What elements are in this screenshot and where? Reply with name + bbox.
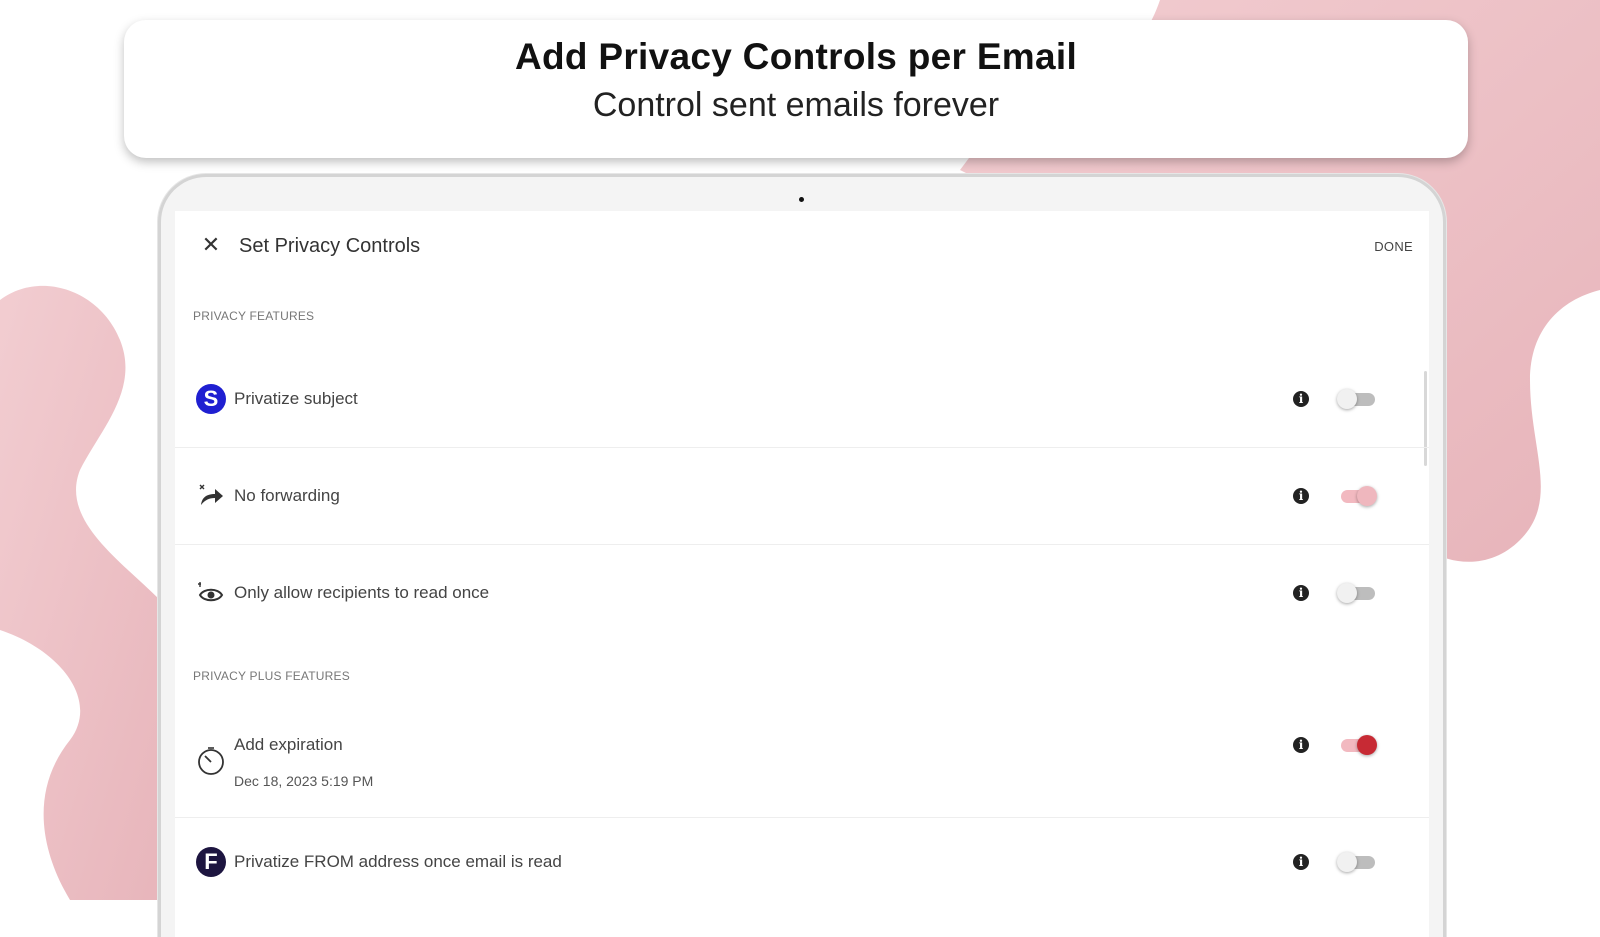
row-label: Privatize FROM address once email is rea… bbox=[234, 852, 562, 871]
row-label: No forwarding bbox=[234, 486, 340, 505]
camera-dot bbox=[799, 197, 804, 202]
row-label: Only allow recipients to read once bbox=[234, 583, 490, 602]
section-label-privacy-plus-features: PRIVACY PLUS FEATURES bbox=[193, 669, 350, 683]
header-card: Add Privacy Controls per Email Control s… bbox=[124, 20, 1468, 158]
row-label: Privatize subject bbox=[234, 389, 358, 408]
row-add-expiration[interactable]: Add expiration Dec 18, 2023 5:19 PM i bbox=[175, 707, 1429, 818]
header-title: Add Privacy Controls per Email bbox=[514, 36, 1078, 77]
row-read-once[interactable]: Only allow recipients to read once i bbox=[175, 545, 1429, 641]
info-icon[interactable]: i bbox=[1293, 391, 1309, 407]
timer-icon bbox=[195, 745, 227, 777]
row-label: Add expiration bbox=[234, 735, 343, 754]
toggle-privatize-from[interactable] bbox=[1337, 850, 1381, 874]
toggle-no-forwarding[interactable] bbox=[1337, 484, 1381, 508]
info-icon[interactable]: i bbox=[1293, 585, 1309, 601]
section-label-privacy-features: PRIVACY FEATURES bbox=[193, 309, 315, 323]
row-privatize-subject[interactable]: S Privatize subject i bbox=[175, 351, 1429, 448]
toggle-privatize-subject[interactable] bbox=[1337, 387, 1381, 411]
privatize-from-icon: F bbox=[195, 846, 227, 878]
privatize-subject-icon: S bbox=[195, 383, 227, 415]
no-forward-icon bbox=[195, 480, 227, 512]
expiration-date[interactable]: Dec 18, 2023 5:19 PM bbox=[234, 773, 373, 789]
info-icon[interactable]: i bbox=[1293, 737, 1309, 753]
done-button[interactable]: DONE bbox=[1374, 239, 1413, 254]
page-title: Set Privacy Controls bbox=[239, 235, 421, 257]
info-icon[interactable]: i bbox=[1293, 854, 1309, 870]
header-subtitle: Control sent emails forever bbox=[592, 86, 1000, 124]
info-icon[interactable]: i bbox=[1293, 488, 1309, 504]
tablet-frame: ✕ Set Privacy Controls DONE PRIVACY FEAT… bbox=[158, 174, 1446, 937]
close-icon[interactable]: ✕ bbox=[199, 233, 223, 257]
toggle-add-expiration[interactable] bbox=[1337, 733, 1381, 757]
toggle-read-once[interactable] bbox=[1337, 581, 1381, 605]
eye-icon bbox=[195, 577, 227, 609]
app-bar: ✕ Set Privacy Controls DONE bbox=[175, 211, 1429, 281]
app-screen: ✕ Set Privacy Controls DONE PRIVACY FEAT… bbox=[175, 211, 1429, 937]
row-no-forwarding[interactable]: No forwarding i bbox=[175, 448, 1429, 545]
